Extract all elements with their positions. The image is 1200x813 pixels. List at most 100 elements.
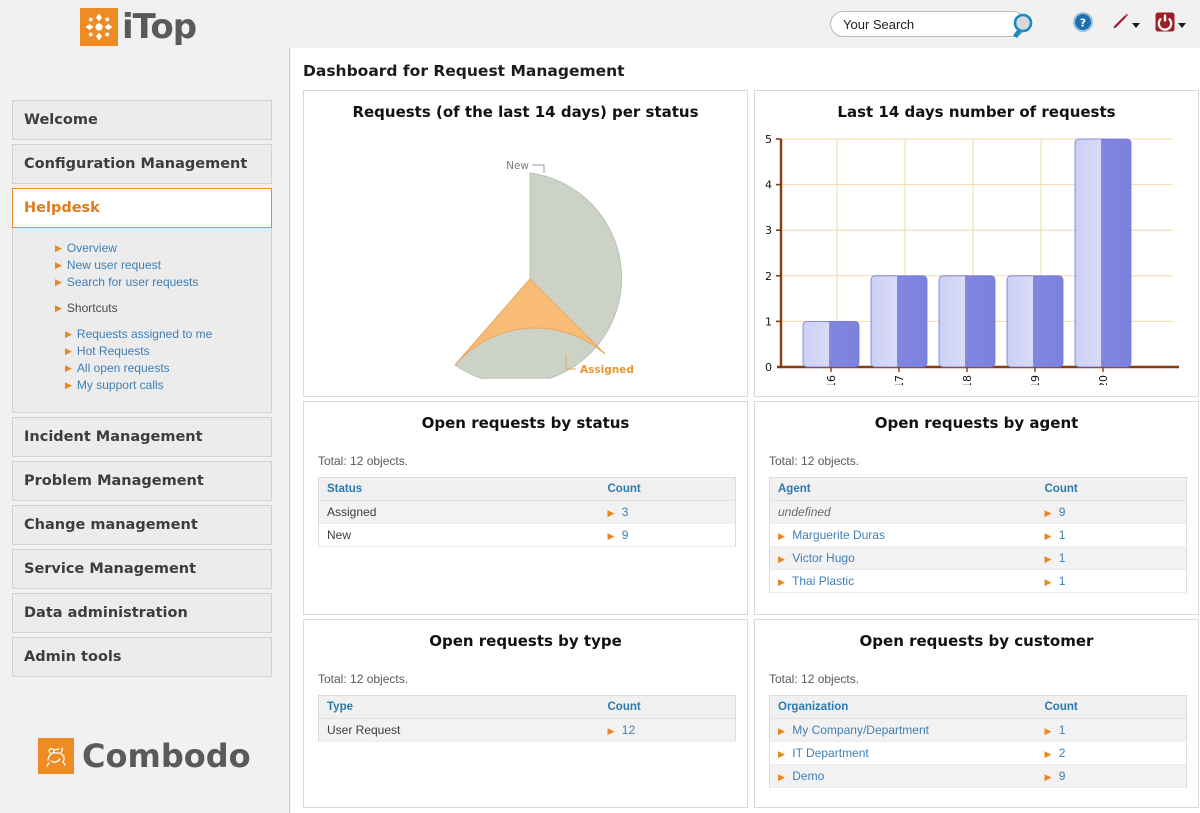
- sidebar-subitem-requests-assigned-to-me[interactable]: ▶ Requests assigned to me: [13, 326, 271, 343]
- bullet-arrow-icon: ▶: [778, 749, 785, 759]
- sidebar-subitem-label: Hot Requests: [76, 344, 150, 358]
- sidebar-item-service-management[interactable]: Service Management: [12, 549, 272, 589]
- cell-count[interactable]: ▶ 3: [599, 500, 736, 524]
- power-logout-icon[interactable]: [1154, 11, 1186, 33]
- sidebar-item-helpdesk[interactable]: Helpdesk: [12, 188, 272, 228]
- cell-count[interactable]: ▶ 1: [1036, 546, 1187, 570]
- cell-count[interactable]: ▶ 1: [1036, 718, 1187, 742]
- cell-count[interactable]: ▶ 2: [1036, 741, 1187, 765]
- sidebar-item-admin-tools[interactable]: Admin tools: [12, 637, 272, 677]
- bar-july-18[interactable]: [938, 275, 996, 368]
- bullet-arrow-icon: ▶: [778, 772, 785, 782]
- sidebar-subitem-label: My support calls: [76, 378, 164, 392]
- bar-july-17[interactable]: [870, 275, 928, 368]
- pencil-edit-icon[interactable]: [1108, 11, 1140, 33]
- sidebar-subitem-overview[interactable]: ▶ Overview: [13, 240, 271, 257]
- cell-agent[interactable]: ▶ Victor Hugo: [769, 546, 1037, 570]
- column-header-count[interactable]: Count: [599, 695, 736, 719]
- sidebar-subitem-hot-requests[interactable]: ▶ Hot Requests: [13, 343, 271, 360]
- sidebar-item-incident-management[interactable]: Incident Management: [12, 417, 272, 457]
- bar-july-20[interactable]: [1074, 138, 1132, 368]
- cell-count[interactable]: ▶ 9: [1036, 500, 1187, 524]
- count-link: 9: [621, 528, 629, 542]
- y-tick: 5: [765, 133, 772, 146]
- pie-chart: New Assigned: [304, 123, 747, 381]
- column-header-organization[interactable]: Organization: [769, 695, 1037, 719]
- bullet-arrow-icon: ▶: [65, 363, 72, 373]
- search-input[interactable]: [830, 11, 1026, 37]
- sidebar-subitem-label: All open requests: [76, 361, 170, 375]
- cell-agent[interactable]: ▶ Thai Plastic: [769, 569, 1037, 593]
- sidebar-item-change-management[interactable]: Change management: [12, 505, 272, 545]
- sidebar: Welcome Configuration Management Helpdes…: [0, 48, 290, 813]
- sidebar-subitem-new-user-request[interactable]: ▶ New user request: [13, 257, 271, 274]
- bullet-arrow-icon: ▶: [778, 726, 785, 736]
- pie-chart-svg: New Assigned: [454, 160, 634, 379]
- sidebar-item-problem-management[interactable]: Problem Management: [12, 461, 272, 501]
- bullet-arrow-icon: ▶: [65, 380, 72, 390]
- panel-open-requests-by-agent: Open requests by agent Total: 12 objects…: [754, 401, 1199, 615]
- table-row: ▶ Marguerite Duras ▶ 1: [769, 523, 1187, 547]
- itop-logo-text: iTop: [122, 7, 197, 47]
- itop-app: iTop All Organizations Your Search ? Wel…: [0, 0, 1200, 813]
- bar-july-19[interactable]: [1006, 275, 1064, 368]
- itop-logo-icon: [80, 8, 118, 46]
- panel-last-14-days-requests: Last 14 days number of requests 5 4 3 2 …: [754, 90, 1199, 397]
- bar-chart-svg: 5 4 3 2 1 0: [765, 133, 1179, 385]
- cell-organization[interactable]: ▶ IT Department: [769, 741, 1037, 765]
- bullet-arrow-icon: ▶: [65, 346, 72, 356]
- bullet-arrow-icon: ▶: [778, 577, 785, 587]
- cell-count[interactable]: ▶ 9: [599, 523, 736, 547]
- panel-open-requests-by-customer: Open requests by customer Total: 12 obje…: [754, 619, 1199, 808]
- column-header-status[interactable]: Status: [318, 477, 600, 501]
- y-tick: 3: [765, 224, 772, 237]
- cell-count[interactable]: ▶ 12: [599, 718, 736, 742]
- search-icon[interactable]: [1008, 11, 1040, 41]
- sidebar-subitem-label: New user request: [66, 258, 161, 272]
- cell-organization[interactable]: ▶ My Company/Department: [769, 718, 1037, 742]
- sidebar-subitem-my-support-calls[interactable]: ▶ My support calls: [13, 377, 271, 394]
- panel-title: Open requests by type: [429, 632, 622, 650]
- column-header-agent[interactable]: Agent: [769, 477, 1037, 501]
- cell-count[interactable]: ▶ 9: [1036, 764, 1187, 788]
- x-tick: July 18: [961, 375, 974, 385]
- sidebar-item-data-administration[interactable]: Data administration: [12, 593, 272, 633]
- help-question-icon[interactable]: ?: [1072, 11, 1094, 33]
- count-link: 1: [1058, 528, 1066, 542]
- pie-slice-new[interactable]: [454, 172, 623, 379]
- sidebar-item-welcome[interactable]: Welcome: [12, 100, 272, 140]
- sidebar-subitem-label: Overview: [66, 241, 117, 255]
- cell-count[interactable]: ▶ 1: [1036, 523, 1187, 547]
- bullet-arrow-icon: ▶: [1044, 726, 1052, 736]
- column-header-type[interactable]: Type: [318, 695, 600, 719]
- table-header-row: Organization Count: [769, 695, 1187, 719]
- table-row: ▶ Thai Plastic ▶ 1: [769, 569, 1187, 593]
- bullet-arrow-icon: ▶: [607, 531, 615, 541]
- sidebar-subitem-all-open-requests[interactable]: ▶ All open requests: [13, 360, 271, 377]
- sidebar-item-configuration-management[interactable]: Configuration Management: [12, 144, 272, 184]
- cell-count[interactable]: ▶ 1: [1036, 569, 1187, 593]
- chevron-down-icon: [1132, 22, 1140, 28]
- cell-organization[interactable]: ▶ Demo: [769, 764, 1037, 788]
- organization-link: Demo: [792, 769, 825, 783]
- customer-table: Organization Count ▶ My Company/Departme…: [769, 695, 1187, 788]
- table-header-row: Agent Count: [769, 477, 1187, 501]
- sidebar-subitem-shortcuts[interactable]: ▶ Shortcuts: [13, 300, 271, 317]
- total-count-label: Total: 12 objects.: [318, 454, 409, 468]
- bullet-arrow-icon: ▶: [1044, 554, 1052, 564]
- count-link: 1: [1058, 574, 1066, 588]
- cell-agent[interactable]: ▶ Marguerite Duras: [769, 523, 1037, 547]
- page-title: Dashboard for Request Management: [303, 62, 625, 80]
- sidebar-subitem-label: Shortcuts: [66, 301, 118, 315]
- bar-july-16[interactable]: [802, 320, 860, 368]
- column-header-count[interactable]: Count: [1036, 695, 1187, 719]
- column-header-count[interactable]: Count: [1036, 477, 1187, 501]
- x-tick: July 17: [893, 375, 906, 385]
- count-link: 12: [621, 723, 636, 737]
- itop-logo[interactable]: iTop: [80, 7, 197, 47]
- organization-link: IT Department: [792, 746, 869, 760]
- main-content: Dashboard for Request Management Request…: [291, 48, 1200, 813]
- sidebar-subitem-search-for-user-requests[interactable]: ▶ Search for user requests: [13, 274, 271, 291]
- status-table: Status Count Assigned ▶ 3 New ▶ 9: [318, 477, 736, 547]
- column-header-count[interactable]: Count: [599, 477, 736, 501]
